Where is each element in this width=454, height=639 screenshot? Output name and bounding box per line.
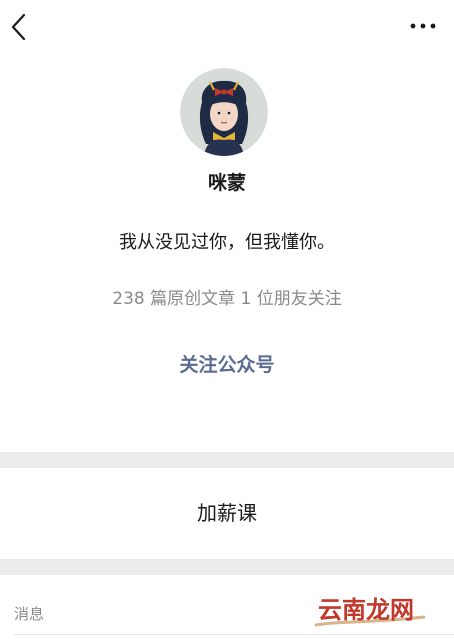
menu-item-raise-course[interactable]: 加薪课	[0, 468, 454, 559]
account-stats: 238 篇原创文章 1 位朋友关注	[112, 289, 342, 309]
section-divider	[0, 559, 454, 575]
section-divider	[0, 452, 454, 468]
messages-section-label: 消息	[14, 605, 45, 623]
watermark-logo: 云南龙网	[312, 591, 432, 631]
follow-account-button[interactable]: 关注公众号	[127, 348, 327, 382]
chevron-left-icon	[11, 13, 26, 41]
more-dots-icon	[410, 23, 436, 29]
more-button[interactable]	[408, 14, 438, 38]
back-button[interactable]	[6, 10, 36, 44]
top-bar	[0, 0, 454, 54]
watermark-text: 云南龙网	[318, 596, 414, 624]
cartoon-girl-avatar-icon	[180, 68, 268, 156]
account-signature: 我从没见过你，但我懂你。	[119, 232, 335, 253]
bottom-divider	[14, 634, 454, 635]
account-name: 咪蒙	[207, 172, 246, 194]
avatar[interactable]	[180, 68, 268, 156]
